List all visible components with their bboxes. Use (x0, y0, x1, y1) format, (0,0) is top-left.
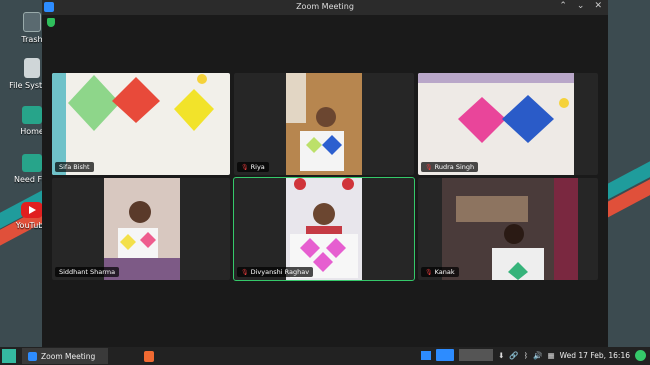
video-feed (52, 73, 230, 175)
participant-tile[interactable]: 🎙 Riya (234, 73, 414, 175)
zoom-window[interactable]: Zoom Meeting ⌃ ⌄ ✕ Sifa Bisht 🎙 Riya 🎙 R… (42, 0, 608, 347)
participant-name-label: Siddhant Sharma (55, 267, 120, 277)
kites-drawing-image (418, 73, 574, 143)
network-icon[interactable]: ▦ (548, 351, 555, 360)
participant-tile-active-speaker[interactable]: 🎙 Divyanshi Raghav (233, 177, 415, 281)
mic-muted-icon: 🎙 (425, 164, 433, 171)
video-feed (442, 178, 578, 280)
video-feed (286, 73, 362, 175)
workspace-switcher[interactable] (459, 349, 494, 361)
mic-muted-icon: 🎙 (425, 269, 433, 276)
minimize-button[interactable]: ⌃ (559, 1, 567, 11)
start-menu-icon[interactable] (2, 349, 16, 363)
taskbar-app-zoom[interactable]: Zoom Meeting (22, 348, 108, 364)
download-icon[interactable]: ⬇ (498, 351, 504, 360)
participant-name-label: 🎙 Kanak (421, 267, 459, 277)
participant-tile[interactable]: 🎙 Rudra Singh (418, 73, 598, 175)
participant-name-label: 🎙 Riya (237, 162, 269, 172)
power-icon[interactable] (635, 349, 646, 361)
trash-icon (23, 12, 41, 32)
brave-browser-icon[interactable] (144, 350, 154, 362)
close-button[interactable]: ✕ (594, 1, 602, 11)
participant-tile[interactable]: 🎙 Kanak (418, 178, 598, 280)
folder-home-icon (22, 106, 42, 124)
youtube-icon (21, 202, 43, 218)
encryption-shield-icon[interactable] (47, 18, 55, 27)
child-with-kite-image (290, 178, 358, 278)
video-feed (286, 178, 362, 280)
folder-icon (22, 154, 42, 172)
taskbar: Zoom Meeting ⬇ 🔗 ᛒ 🔊 ▦ Wed 17 Feb, 16:16 (0, 347, 650, 365)
window-title: Zoom Meeting (296, 2, 354, 11)
zoom-tray-icon[interactable] (436, 349, 455, 361)
participant-name-label: Sifa Bisht (55, 162, 94, 172)
video-feed (418, 73, 574, 175)
bluetooth-icon[interactable]: ᛒ (524, 351, 529, 360)
participant-name-label: 🎙 Divyanshi Raghav (237, 267, 314, 277)
video-feed (104, 178, 180, 280)
files-icon[interactable] (421, 350, 432, 360)
maximize-button[interactable]: ⌄ (577, 1, 585, 11)
window-titlebar[interactable]: Zoom Meeting ⌃ ⌄ ✕ (42, 0, 608, 15)
link-icon[interactable]: 🔗 (509, 351, 518, 360)
zoom-icon (28, 351, 37, 361)
mic-muted-icon: 🎙 (241, 164, 249, 171)
child-with-kite-image (456, 178, 578, 280)
child-with-kite-image (286, 73, 344, 171)
mic-muted-icon: 🎙 (241, 269, 249, 276)
participant-tile[interactable]: Sifa Bisht (52, 73, 230, 175)
taskbar-app-label: Zoom Meeting (41, 351, 96, 361)
clock[interactable]: Wed 17 Feb, 16:16 (560, 351, 630, 360)
participant-name-label: 🎙 Rudra Singh (421, 162, 479, 172)
kites-drawing-image (52, 73, 214, 175)
participant-tile[interactable]: Siddhant Sharma (52, 178, 230, 280)
child-with-kite-image (104, 201, 180, 280)
volume-icon[interactable]: 🔊 (533, 351, 542, 360)
drive-icon (24, 58, 40, 78)
